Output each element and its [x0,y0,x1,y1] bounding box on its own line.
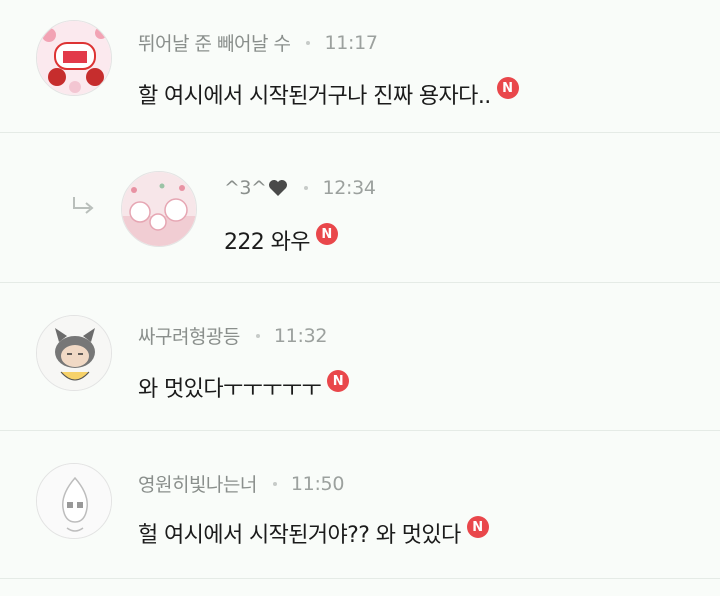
comment-item[interactable]: 싸구려형광등 11:32 와 멋있다ㅜㅜㅜㅜㅜ N [0,283,720,431]
avatar[interactable] [36,463,112,539]
meta-separator [306,40,311,45]
meta-separator [255,333,260,338]
new-badge-icon: N [327,370,350,392]
comment-text: 와 멋있다ㅜㅜㅜㅜㅜ [138,377,322,402]
reply-item[interactable]: ^3^ 12:34 222 와우 N [0,133,720,283]
comment-item[interactable]: 영원히빛나는너 11:50 헐 여시에서 시작된거야?? 와 멋있다 N [0,431,720,579]
comment-nickname[interactable]: 뛰어날 준 빼어날 수 [138,29,291,56]
comment-time: 11:32 [273,324,328,347]
meta-separator [304,186,309,190]
comment-text: 헐 여시에서 시작된거야?? 와 멋있다 [138,523,461,548]
reply-arrow-icon [73,197,94,214]
avatar[interactable] [121,171,197,247]
comment-text: 222 와우 [224,230,310,255]
new-badge-icon: N [466,516,489,538]
comment-list: 뛰어날 준 빼어날 수 11:17 할 여시에서 시작된거구나 진짜 용자다..… [0,0,720,596]
new-badge-icon: N [496,77,519,99]
comment-nickname[interactable]: ^3^ [224,177,267,199]
avatar[interactable] [36,20,112,96]
meta-separator [272,481,277,486]
comment-item[interactable]: 뛰어날 준 빼어날 수 11:17 할 여시에서 시작된거구나 진짜 용자다..… [0,0,720,133]
comment-text: 할 여시에서 시작된거구나 진짜 용자다.. [138,84,491,109]
comment-nickname[interactable]: 싸구려형광등 [138,322,240,349]
comment-nickname[interactable]: 영원히빛나는너 [138,470,257,497]
new-badge-icon: N [315,223,338,245]
comment-time: 12:34 [322,177,376,199]
comment-time: 11:50 [290,472,345,495]
avatar[interactable] [36,315,112,391]
heart-icon [269,180,288,196]
comment-time: 11:17 [324,31,378,54]
